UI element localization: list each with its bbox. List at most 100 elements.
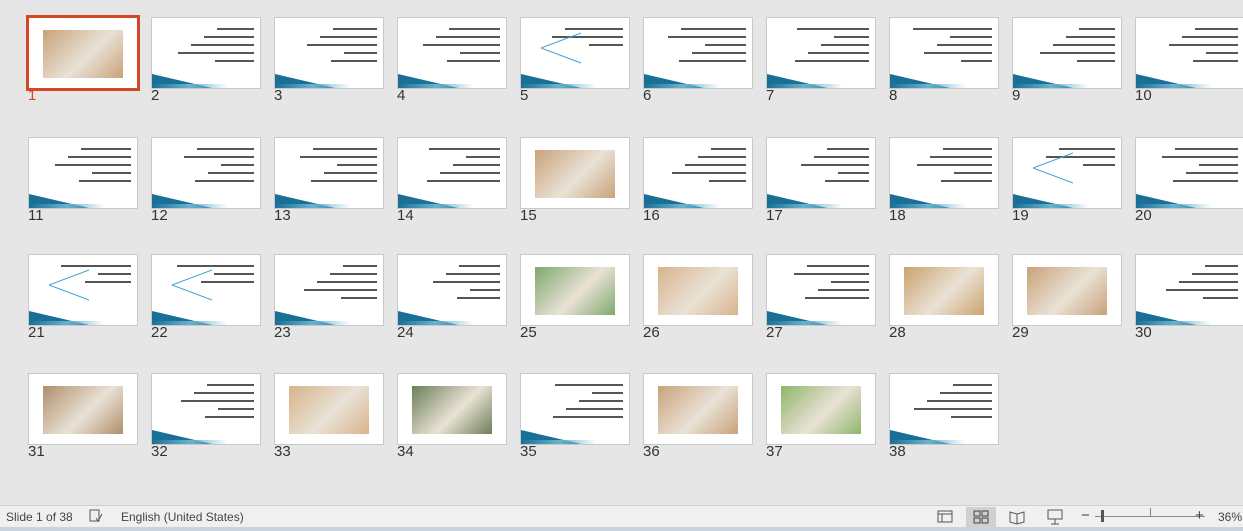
slide-thumbnail[interactable]: 23 xyxy=(268,251,390,343)
slide-thumbnail[interactable]: 27 xyxy=(760,251,882,343)
slide-preview[interactable] xyxy=(1012,137,1122,209)
slide-preview[interactable] xyxy=(766,373,876,445)
slide-thumbnail[interactable]: 17 xyxy=(760,134,882,226)
slide-preview[interactable] xyxy=(1135,17,1243,89)
slide-thumbnail[interactable]: 14 xyxy=(391,134,513,226)
slide-thumbnail[interactable]: 32 xyxy=(145,370,267,462)
slide-text-line xyxy=(453,164,500,166)
slide-thumbnail[interactable]: 15 xyxy=(514,134,636,226)
slide-thumbnail[interactable]: 35 xyxy=(514,370,636,462)
slide-preview[interactable] xyxy=(397,373,507,445)
slide-number: 21 xyxy=(28,324,45,341)
slide-sorter-pane[interactable]: 1 2 3 4 5 6 7 8 9 10 11 12 13 14 15 16 17 18 19 20 21 22 23 24 2… xyxy=(0,0,1243,505)
slide-number: 35 xyxy=(520,443,537,460)
slide-preview[interactable] xyxy=(28,137,138,209)
slide-thumbnail[interactable]: 8 xyxy=(883,14,1005,106)
slide-preview[interactable] xyxy=(274,373,384,445)
language-label[interactable]: English (United States) xyxy=(121,510,244,524)
slide-text-line xyxy=(838,172,869,174)
slide-text-line xyxy=(698,156,746,158)
slide-preview[interactable] xyxy=(889,137,999,209)
slide-thumbnail[interactable]: 1 xyxy=(22,14,144,106)
slide-number: 20 xyxy=(1135,207,1152,224)
slide-text-line xyxy=(1053,44,1115,46)
slide-preview[interactable] xyxy=(274,137,384,209)
spell-check-icon[interactable] xyxy=(88,508,106,524)
slide-preview[interactable] xyxy=(520,254,630,326)
slide-thumbnail[interactable]: 20 xyxy=(1129,134,1243,226)
slide-preview[interactable] xyxy=(1135,254,1243,326)
slide-thumbnail[interactable]: 31 xyxy=(22,370,144,462)
slide-preview[interactable] xyxy=(151,254,261,326)
slide-preview[interactable] xyxy=(397,254,507,326)
zoom-in-button[interactable]: + xyxy=(1195,507,1204,524)
slide-thumbnail[interactable]: 5 xyxy=(514,14,636,106)
slide-preview[interactable] xyxy=(397,17,507,89)
slide-preview[interactable] xyxy=(889,17,999,89)
slide-thumbnail[interactable]: 22 xyxy=(145,251,267,343)
slide-preview[interactable] xyxy=(274,17,384,89)
zoom-out-button[interactable]: − xyxy=(1081,507,1090,524)
slide-preview[interactable] xyxy=(520,17,630,89)
reading-view-button[interactable] xyxy=(1002,507,1032,527)
slide-preview[interactable] xyxy=(520,137,630,209)
slide-thumbnail[interactable]: 9 xyxy=(1006,14,1128,106)
slide-preview[interactable] xyxy=(1012,17,1122,89)
slide-preview[interactable] xyxy=(26,15,140,91)
slide-thumbnail[interactable]: 4 xyxy=(391,14,513,106)
slide-thumbnail[interactable]: 13 xyxy=(268,134,390,226)
slide-thumbnail[interactable]: 19 xyxy=(1006,134,1128,226)
slide-preview[interactable] xyxy=(151,17,261,89)
slide-thumbnail[interactable]: 33 xyxy=(268,370,390,462)
slide-preview[interactable] xyxy=(151,137,261,209)
slide-thumbnail[interactable]: 7 xyxy=(760,14,882,106)
slide-preview[interactable] xyxy=(766,17,876,89)
slide-preview[interactable] xyxy=(1135,137,1243,209)
slide-thumbnail[interactable]: 30 xyxy=(1129,251,1243,343)
slide-thumbnail[interactable]: 10 xyxy=(1129,14,1243,106)
slide-sorter-view-button[interactable] xyxy=(966,507,996,527)
zoom-slider-thumb[interactable] xyxy=(1101,510,1104,522)
slide-thumbnail[interactable]: 6 xyxy=(637,14,759,106)
slide-thumbnail[interactable]: 34 xyxy=(391,370,513,462)
slide-thumbnail[interactable]: 37 xyxy=(760,370,882,462)
slide-thumbnail[interactable]: 29 xyxy=(1006,251,1128,343)
slide-preview[interactable] xyxy=(889,254,999,326)
slide-preview[interactable] xyxy=(28,373,138,445)
slide-text-line xyxy=(1205,265,1238,267)
slide-thumbnail[interactable]: 36 xyxy=(637,370,759,462)
slide-thumbnail[interactable]: 16 xyxy=(637,134,759,226)
slide-preview[interactable] xyxy=(28,254,138,326)
slide-thumbnail[interactable]: 18 xyxy=(883,134,1005,226)
slide-thumbnail[interactable]: 28 xyxy=(883,251,1005,343)
zoom-level[interactable]: 36% xyxy=(1218,510,1242,524)
slide-thumbnail[interactable]: 2 xyxy=(145,14,267,106)
slide-text-line xyxy=(801,164,869,166)
zoom-slider-track[interactable] xyxy=(1095,516,1205,517)
slide-preview[interactable] xyxy=(1012,254,1122,326)
slide-preview[interactable] xyxy=(889,373,999,445)
slide-preview[interactable] xyxy=(397,137,507,209)
slide-show-button[interactable] xyxy=(1040,507,1070,527)
slide-preview[interactable] xyxy=(766,137,876,209)
slide-preview[interactable] xyxy=(274,254,384,326)
slide-preview[interactable] xyxy=(643,373,753,445)
slide-thumbnail[interactable]: 11 xyxy=(22,134,144,226)
slide-thumbnail[interactable]: 38 xyxy=(883,370,1005,462)
slide-preview[interactable] xyxy=(643,137,753,209)
slide-text-line xyxy=(447,60,500,62)
slide-preview[interactable] xyxy=(643,254,753,326)
slide-text-line xyxy=(1162,156,1238,158)
slide-thumbnail[interactable]: 24 xyxy=(391,251,513,343)
slide-thumbnail[interactable]: 25 xyxy=(514,251,636,343)
slide-preview[interactable] xyxy=(643,17,753,89)
slide-thumbnail[interactable]: 26 xyxy=(637,251,759,343)
slide-thumbnail[interactable]: 21 xyxy=(22,251,144,343)
normal-view-button[interactable] xyxy=(930,507,960,527)
slide-text-line xyxy=(668,36,746,38)
slide-thumbnail[interactable]: 3 xyxy=(268,14,390,106)
slide-preview[interactable] xyxy=(766,254,876,326)
slide-preview[interactable] xyxy=(520,373,630,445)
slide-preview[interactable] xyxy=(151,373,261,445)
slide-thumbnail[interactable]: 12 xyxy=(145,134,267,226)
